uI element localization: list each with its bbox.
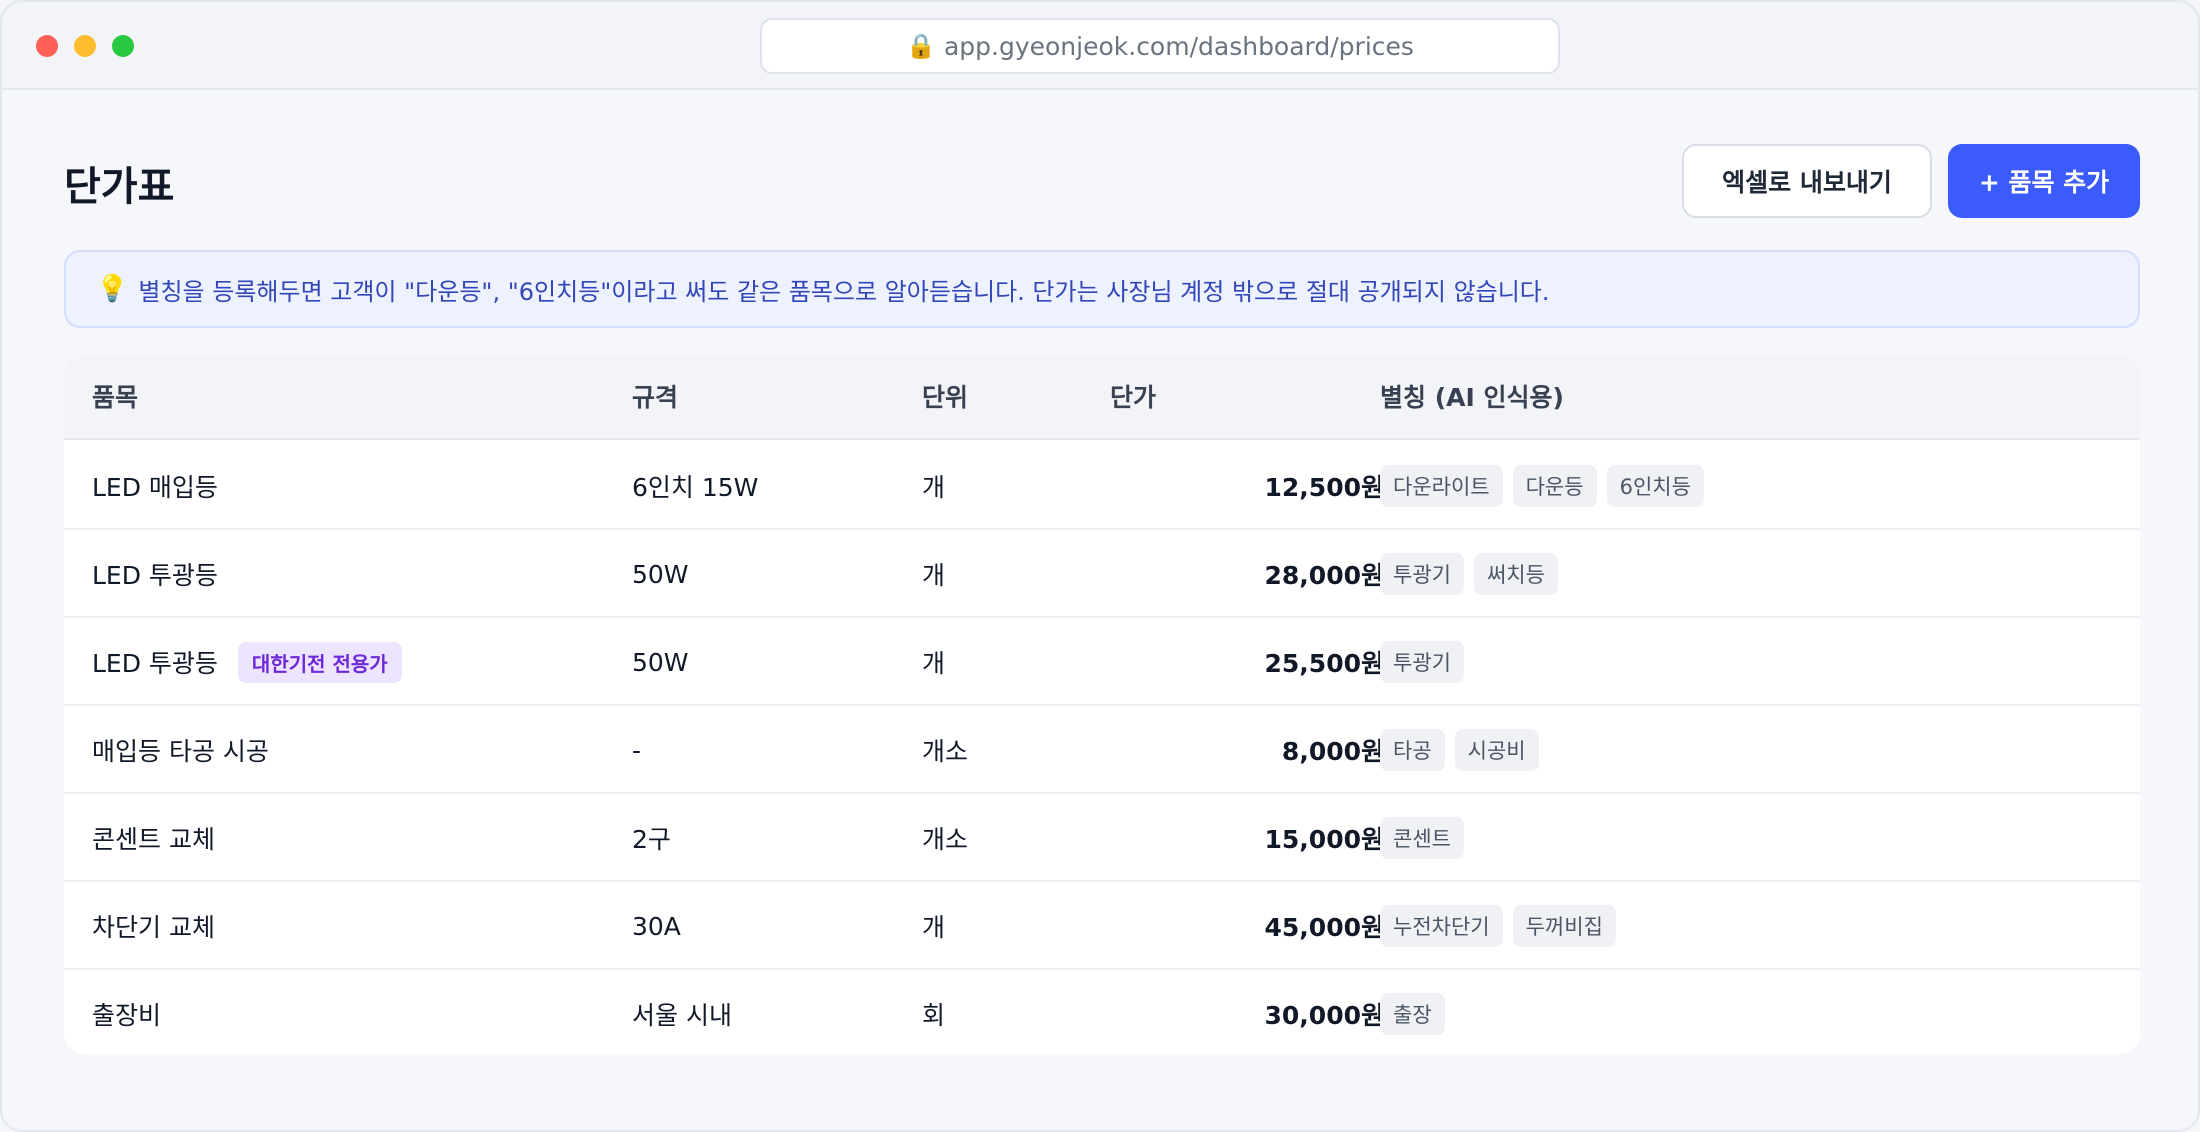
unit-cell: 개 [922,649,946,678]
column-header-price[interactable]: 단가 [1110,356,1156,440]
minimize-window-button[interactable] [74,35,96,57]
alias-tag[interactable]: 써치등 [1473,553,1558,595]
spec-cell: 50W [632,647,689,677]
table-header: 품목 규격 단위 단가 별칭 (AI 인식용) [64,356,2140,440]
page-title: 단가표 [64,164,175,210]
column-header-alias[interactable]: 별칭 (AI 인식용) [1380,356,1564,440]
notice-text: 별칭을 등록해두면 고객이 "다운등", "6인치등"이라고 써도 같은 품목으… [138,277,1550,306]
alias-cell: 콘센트 [1380,794,1464,882]
alias-tag[interactable]: 투광기 [1380,641,1464,683]
item-cell: LED 투광등 대한기전 전용가 [92,618,402,706]
alias-cell: 타공 시공비 [1380,706,1539,794]
unit-cell: 개 [922,473,946,502]
table-row[interactable]: LED 투광등 50W 개 28,000원 투광기 써치등 [64,530,2140,618]
unit-cell: 개소 [922,825,969,854]
alias-tag[interactable]: 타공 [1380,729,1445,771]
unit-cell: 개소 [922,737,969,766]
unit-cell: 개 [922,561,946,590]
table-row[interactable]: 차단기 교체 30A 개 45,000원 누전차단기 두꺼비집 [64,882,2140,970]
price-cell: 15,000원 [1264,825,1384,854]
alias-tag[interactable]: 콘센트 [1380,817,1464,859]
spec-cell: 6인치 15W [632,473,759,502]
column-header-spec[interactable]: 규격 [632,356,678,440]
alias-cell: 다운라이트 다운등 6인치등 [1380,442,1704,530]
alias-tag[interactable]: 투광기 [1380,553,1464,595]
item-cell: 매입등 타공 시공 [92,706,269,794]
price-cell: 30,000원 [1264,1001,1384,1030]
spec-cell: 서울 시내 [632,1001,732,1030]
close-window-button[interactable] [36,35,58,57]
item-cell: 차단기 교체 [92,882,215,970]
alias-tag[interactable]: 다운라이트 [1380,465,1503,507]
alias-tag[interactable]: 6인치등 [1606,465,1704,507]
browser-titlebar: 🔒 app.gyeonjeok.com/dashboard/prices [2,2,2198,90]
item-name: 출장비 [92,1001,162,1030]
address-bar[interactable]: 🔒 app.gyeonjeok.com/dashboard/prices [760,18,1560,74]
price-cell: 12,500원 [1264,473,1384,502]
item-name: LED 매입등 [92,473,218,502]
alias-cell: 누전차단기 두꺼비집 [1380,882,1616,970]
item-name: 콘센트 교체 [92,825,215,854]
export-excel-button[interactable]: 엑셀로 내보내기 [1682,144,1932,218]
price-cell: 28,000원 [1264,561,1384,590]
special-price-badge: 대한기전 전용가 [237,641,402,683]
unit-cell: 개 [922,913,946,942]
alias-cell: 투광기 [1380,618,1464,706]
spec-cell: 30A [632,911,681,941]
column-header-item[interactable]: 품목 [92,356,138,440]
item-cell: LED 매입등 [92,442,218,530]
price-table: 품목 규격 단위 단가 별칭 (AI 인식용) LED 매입등 6인치 15W 개 1… [64,356,2140,1054]
alias-tag[interactable]: 누전차단기 [1380,905,1503,947]
item-cell: 콘센트 교체 [92,794,215,882]
url-text: app.gyeonjeok.com/dashboard/prices [943,31,1414,61]
table-row[interactable]: 콘센트 교체 2구 개소 15,000원 콘센트 [64,794,2140,882]
add-item-button[interactable]: + 품목 추가 [1948,144,2140,218]
info-notice: 💡 별칭을 등록해두면 고객이 "다운등", "6인치등"이라고 써도 같은 품… [64,250,2140,328]
price-cell: 8,000원 [1281,737,1384,766]
item-name: LED 투광등 [92,649,218,678]
table-row[interactable]: 매입등 타공 시공 - 개소 8,000원 타공 시공비 [64,706,2140,794]
spec-cell: - [632,735,642,765]
alias-tag[interactable]: 시공비 [1454,729,1539,771]
table-row[interactable]: 출장비 서울 시내 회 30,000원 출장 [64,970,2140,1054]
price-cell: 45,000원 [1264,913,1384,942]
alias-tag[interactable]: 다운등 [1512,465,1597,507]
lightbulb-icon: 💡 [96,274,129,304]
alias-tag[interactable]: 두꺼비집 [1512,905,1616,947]
alias-tag[interactable]: 출장 [1380,993,1445,1035]
item-name: 매입등 타공 시공 [92,737,269,766]
alias-cell: 투광기 써치등 [1380,530,1558,618]
spec-cell: 50W [632,559,689,589]
lock-icon: 🔒 [906,32,936,60]
column-header-unit[interactable]: 단위 [922,356,968,440]
item-name: 차단기 교체 [92,913,215,942]
item-cell: LED 투광등 [92,530,218,618]
item-cell: 출장비 [92,970,161,1054]
browser-window: 🔒 app.gyeonjeok.com/dashboard/prices 단가표… [0,0,2200,1132]
maximize-window-button[interactable] [112,35,134,57]
item-name: LED 투광등 [92,561,218,590]
unit-cell: 회 [922,1001,946,1030]
spec-cell: 2구 [632,825,671,854]
price-cell: 25,500원 [1264,649,1384,678]
table-row[interactable]: LED 투광등 대한기전 전용가 50W 개 25,500원 투광기 [64,618,2140,706]
alias-cell: 출장 [1380,970,1445,1054]
table-row[interactable]: LED 매입등 6인치 15W 개 12,500원 다운라이트 다운등 6인치등 [64,442,2140,530]
